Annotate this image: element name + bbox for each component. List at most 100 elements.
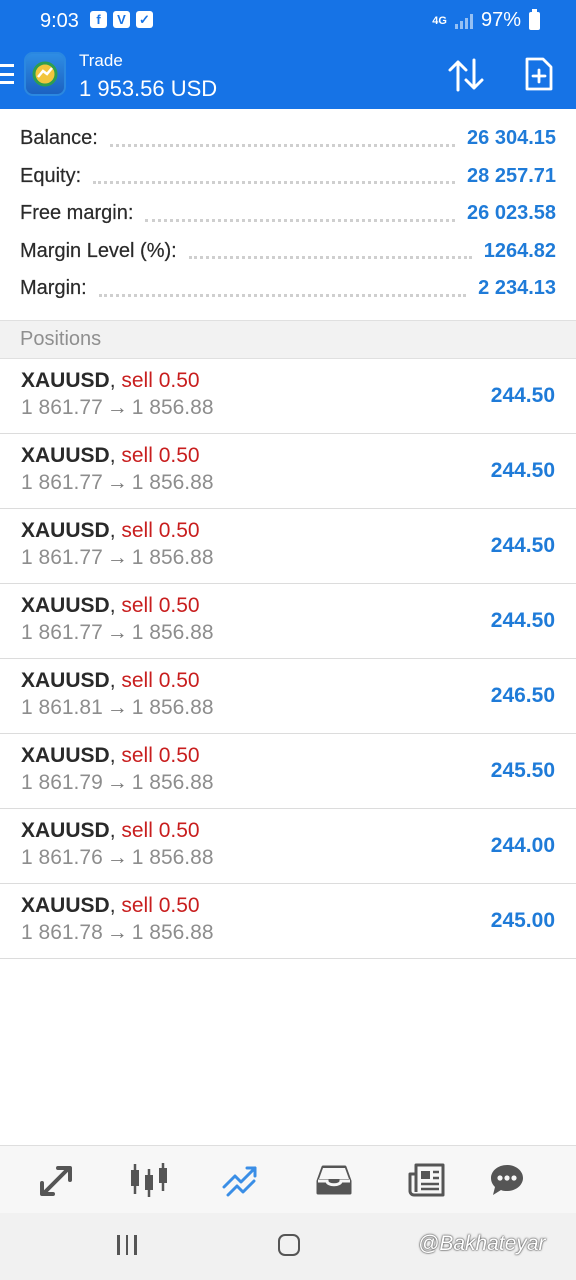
newspaper-icon xyxy=(408,1163,445,1197)
separator: , xyxy=(109,669,122,692)
app-title: Trade xyxy=(79,51,123,70)
open-price: 1 861.78 xyxy=(21,921,103,944)
dot-leader xyxy=(109,137,456,147)
app-bar: Trade 1 953.56 USD xyxy=(0,42,576,109)
arrow-right-icon: → xyxy=(106,771,128,794)
summary-row-equity: Equity: 28 257.71 xyxy=(0,158,576,196)
positions-section-header: Positions xyxy=(0,320,576,359)
arrow-right-icon: → xyxy=(106,846,128,869)
position-type: sell 0.50 xyxy=(121,819,200,842)
menu-icon[interactable] xyxy=(0,64,14,84)
position-type: sell 0.50 xyxy=(121,744,200,767)
position-profit: 245.00 xyxy=(490,909,555,932)
summary-label: Margin: xyxy=(20,277,87,300)
separator: , xyxy=(109,519,122,542)
position-symbol: XAUUSD xyxy=(21,819,110,842)
summary-label: Margin Level (%): xyxy=(20,239,177,262)
trade-trend-icon xyxy=(222,1166,257,1197)
summary-row-margin: Margin: 2 234.13 xyxy=(0,270,576,308)
separator: , xyxy=(109,819,122,842)
tab-chart[interactable] xyxy=(101,1146,197,1214)
arrow-right-icon: → xyxy=(106,396,128,419)
battery-icon xyxy=(529,8,540,30)
v-app-icon: V xyxy=(113,11,130,28)
battery-percent: 97% xyxy=(480,9,521,31)
separator: , xyxy=(109,369,122,392)
position-row[interactable]: XAUUSD, sell 0.50 1 861.77 → 1 856.88 244.… xyxy=(0,434,576,509)
position-profit: 245.50 xyxy=(490,759,555,782)
summary-value: 28 257.71 xyxy=(467,164,556,187)
summary-value: 2 234.13 xyxy=(478,277,556,300)
open-price: 1 861.77 xyxy=(21,471,103,494)
position-profit: 244.50 xyxy=(490,609,555,632)
current-price: 1 856.88 xyxy=(131,546,214,569)
tab-history[interactable] xyxy=(286,1146,382,1214)
bottom-tab-bar xyxy=(0,1145,576,1213)
dot-leader xyxy=(93,174,456,185)
arrow-right-icon: → xyxy=(106,621,128,644)
current-price: 1 856.88 xyxy=(131,471,214,494)
position-symbol: XAUUSD xyxy=(21,669,110,692)
arrow-right-icon: → xyxy=(106,471,128,494)
position-type: sell 0.50 xyxy=(121,669,200,692)
position-row[interactable]: XAUUSD, sell 0.50 1 861.81 → 1 856.88 246.… xyxy=(0,659,576,734)
position-symbol: XAUUSD xyxy=(21,594,110,617)
dot-leader xyxy=(188,249,472,260)
system-nav-bar: @Bakhateyar xyxy=(0,1213,576,1280)
home-icon[interactable] xyxy=(278,1234,300,1256)
separator: , xyxy=(109,894,122,917)
status-bar: 9:03 f V ✓ 4G 97% xyxy=(0,0,576,42)
position-profit: 244.50 xyxy=(490,459,555,482)
current-price: 1 856.88 xyxy=(131,771,214,794)
new-order-icon[interactable] xyxy=(524,57,554,96)
position-row[interactable]: XAUUSD, sell 0.50 1 861.77 → 1 856.88 244.… xyxy=(0,509,576,584)
metatrader-logo-icon[interactable] xyxy=(24,52,66,96)
current-price: 1 856.88 xyxy=(131,696,214,719)
account-profit: 1 953.56 USD xyxy=(79,76,218,101)
arrow-right-icon: → xyxy=(106,546,128,569)
position-row[interactable]: XAUUSD, sell 0.50 1 861.79 → 1 856.88 245.… xyxy=(0,734,576,809)
position-row[interactable]: XAUUSD, sell 0.50 1 861.77 → 1 856.88 244.… xyxy=(0,584,576,659)
position-row[interactable]: XAUUSD, sell 0.50 1 861.77 → 1 856.88 244.… xyxy=(0,359,576,434)
positions-list: XAUUSD, sell 0.50 1 861.77 → 1 856.88 244.… xyxy=(0,359,576,959)
open-price: 1 861.81 xyxy=(21,696,103,719)
tab-messages[interactable] xyxy=(459,1146,555,1214)
summary-label: Balance: xyxy=(20,127,98,150)
position-profit: 246.50 xyxy=(490,684,555,707)
position-row[interactable]: XAUUSD, sell 0.50 1 861.78 → 1 856.88 245.… xyxy=(0,884,576,959)
open-price: 1 861.77 xyxy=(21,546,103,569)
positions-title: Positions xyxy=(20,328,102,350)
recent-apps-icon[interactable] xyxy=(117,1235,137,1255)
position-type: sell 0.50 xyxy=(121,444,200,467)
status-time: 9:03 xyxy=(40,10,79,32)
open-price: 1 861.77 xyxy=(21,621,103,644)
current-price: 1 856.88 xyxy=(131,621,214,644)
current-price: 1 856.88 xyxy=(131,846,214,869)
position-profit: 244.50 xyxy=(490,384,555,407)
position-symbol: XAUUSD xyxy=(21,369,110,392)
tab-trade[interactable] xyxy=(193,1146,289,1214)
dot-leader xyxy=(145,212,456,222)
summary-value: 26 304.15 xyxy=(467,127,556,150)
tab-quotes[interactable] xyxy=(9,1146,105,1214)
status-right: 4G 97% xyxy=(432,8,540,32)
open-price: 1 861.76 xyxy=(21,846,103,869)
position-type: sell 0.50 xyxy=(121,594,200,617)
checkmark-icon: ✓ xyxy=(136,11,153,28)
position-profit: 244.00 xyxy=(490,834,555,857)
summary-row-margin-level: Margin Level (%): 1264.82 xyxy=(0,233,576,271)
candlestick-chart-icon xyxy=(131,1163,167,1197)
quotes-arrows-icon xyxy=(40,1166,72,1196)
position-symbol: XAUUSD xyxy=(21,894,110,917)
watermark: @Bakhateyar xyxy=(418,1232,546,1255)
account-summary: Balance: 26 304.15 Equity: 28 257.71 Fre… xyxy=(0,120,576,308)
position-row[interactable]: XAUUSD, sell 0.50 1 861.76 → 1 856.88 244.… xyxy=(0,809,576,884)
summary-label: Equity: xyxy=(20,164,82,187)
sort-icon[interactable] xyxy=(447,58,485,97)
separator: , xyxy=(109,594,122,617)
summary-label: Free margin: xyxy=(20,202,134,225)
facebook-icon: f xyxy=(90,11,107,28)
inbox-tray-icon xyxy=(316,1165,352,1195)
chat-bubble-icon xyxy=(491,1165,523,1195)
open-price: 1 861.77 xyxy=(21,396,103,419)
